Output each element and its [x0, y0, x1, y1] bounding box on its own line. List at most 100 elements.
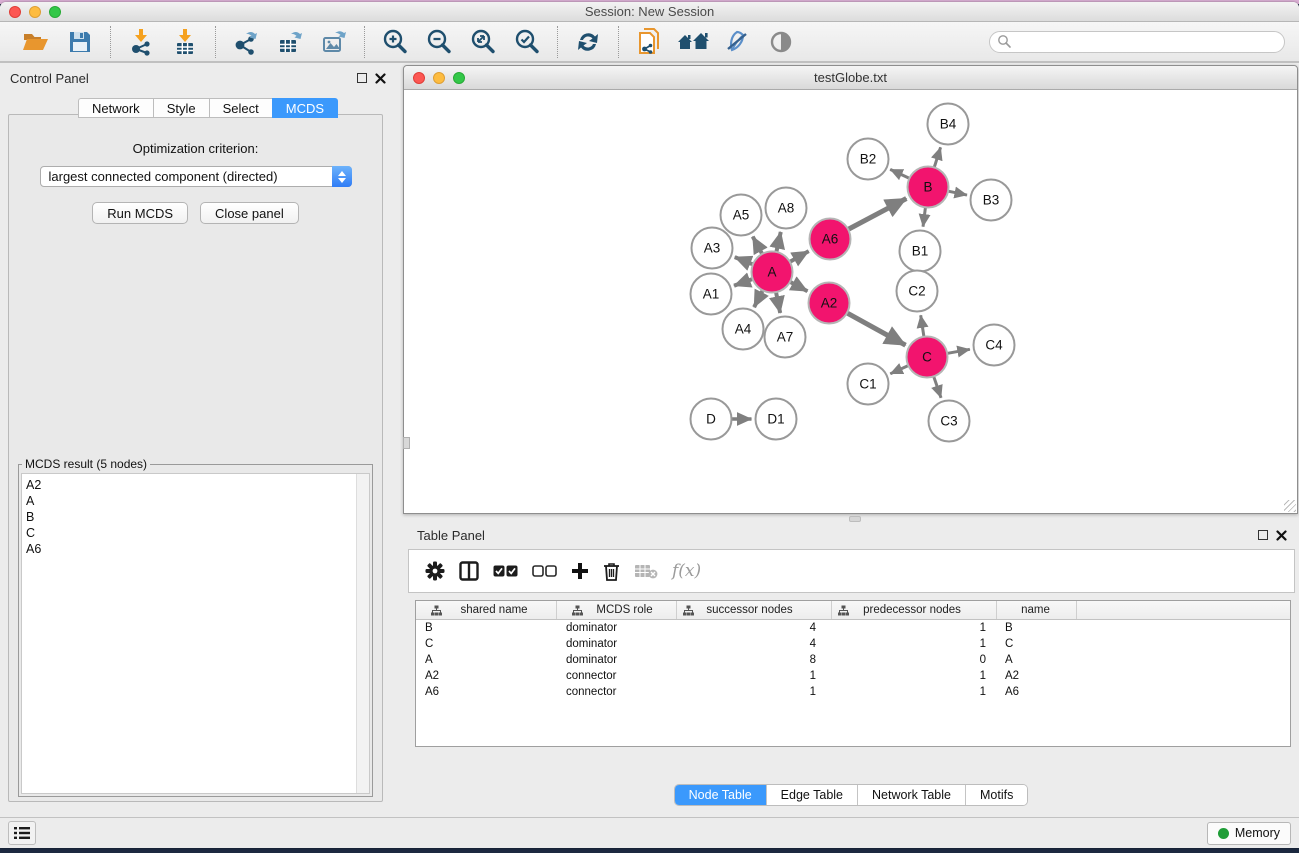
table-cell[interactable]: A6 [997, 686, 1077, 698]
edge-C-C3[interactable] [933, 375, 941, 397]
edge-B-B1[interactable] [923, 206, 926, 226]
table-cell[interactable]: 4 [677, 638, 832, 650]
table-cell[interactable]: dominator [557, 654, 677, 666]
node-C1[interactable]: C1 [848, 364, 889, 405]
node-C4[interactable]: C4 [974, 325, 1015, 366]
edge-A-A1[interactable] [734, 279, 754, 286]
table-cell[interactable]: A2 [997, 670, 1077, 682]
table-cell[interactable]: 1 [677, 670, 832, 682]
tab-network-table[interactable]: Network Table [858, 785, 966, 805]
table-cell[interactable]: dominator [557, 622, 677, 634]
zoom-in-icon[interactable] [377, 26, 413, 58]
zoom-out-icon[interactable] [421, 26, 457, 58]
node-D[interactable]: D [691, 399, 732, 440]
gear-icon[interactable] [425, 561, 445, 581]
node-B2[interactable]: B2 [848, 139, 889, 180]
result-item[interactable]: B [26, 509, 369, 525]
column-header-name[interactable]: name [997, 601, 1077, 619]
home-view-icon[interactable] [675, 26, 711, 58]
result-item[interactable]: C [26, 525, 369, 541]
hide-annotations-icon[interactable] [719, 26, 755, 58]
table-cell[interactable]: A2 [416, 670, 557, 682]
table-cell[interactable]: 4 [677, 622, 832, 634]
table-row[interactable]: Adominator80A [416, 652, 1290, 668]
import-table-icon[interactable] [167, 26, 203, 58]
table-cell[interactable]: connector [557, 686, 677, 698]
node-B1[interactable]: B1 [900, 231, 941, 272]
node-B3[interactable]: B3 [971, 180, 1012, 221]
edge-B-B3[interactable] [947, 191, 967, 195]
deselect-all-icon[interactable] [532, 565, 557, 577]
export-image-icon[interactable] [316, 26, 352, 58]
result-item[interactable]: A [26, 493, 369, 509]
edge-A-A6[interactable] [789, 251, 809, 262]
network-snapshot-icon[interactable] [631, 26, 667, 58]
table-row[interactable]: A2connector11A2 [416, 668, 1290, 684]
node-table[interactable]: shared name MCDS role successor nodes [415, 600, 1291, 747]
network-canvas[interactable]: AA1A2A3A4A5A6A7A8BB1B2B3B4CC1C2C3C4DD1 [405, 91, 1296, 512]
run-mcds-button[interactable]: Run MCDS [92, 202, 188, 224]
node-A[interactable]: A [752, 252, 793, 293]
node-A2[interactable]: A2 [809, 283, 850, 324]
table-cell[interactable]: connector [557, 670, 677, 682]
zoom-selected-icon[interactable] [509, 26, 545, 58]
table-cell[interactable]: 1 [832, 638, 997, 650]
tab-select[interactable]: Select [209, 98, 272, 118]
refresh-layout-icon[interactable] [570, 26, 606, 58]
table-cell[interactable]: B [416, 622, 557, 634]
table-row[interactable]: A6connector11A6 [416, 684, 1290, 700]
edge-B-B2[interactable] [890, 169, 910, 178]
table-row[interactable]: Bdominator41B [416, 620, 1290, 636]
column-header-successor-nodes[interactable]: successor nodes [677, 601, 832, 619]
table-cell[interactable]: A6 [416, 686, 557, 698]
result-scrollbar[interactable] [356, 474, 369, 793]
main-titlebar[interactable]: Session: New Session [0, 2, 1299, 22]
table-cell[interactable]: 1 [832, 686, 997, 698]
edge-A-A5[interactable] [753, 237, 763, 255]
function-builder-icon[interactable]: f(x) [672, 561, 701, 581]
node-D1[interactable]: D1 [756, 399, 797, 440]
table-cell[interactable]: dominator [557, 638, 677, 650]
search-input-box[interactable] [989, 31, 1285, 53]
edge-A6-B[interactable] [847, 198, 906, 229]
search-input[interactable] [1012, 33, 1284, 51]
node-C3[interactable]: C3 [929, 401, 970, 442]
edge-A-A7[interactable] [776, 291, 780, 313]
table-cell[interactable]: 8 [677, 654, 832, 666]
table-cell[interactable]: A [416, 654, 557, 666]
export-table-icon[interactable] [272, 26, 308, 58]
add-column-icon[interactable] [571, 562, 589, 580]
open-folder-icon[interactable] [18, 26, 54, 58]
node-C[interactable]: C [907, 337, 948, 378]
save-icon[interactable] [62, 26, 98, 58]
tab-edge-table[interactable]: Edge Table [767, 785, 858, 805]
import-network-icon[interactable] [123, 26, 159, 58]
edge-A2-C[interactable] [846, 312, 905, 345]
node-A7[interactable]: A7 [765, 317, 806, 358]
optimization-criterion-dropdown[interactable]: largest connected component (directed) [40, 166, 352, 187]
node-A8[interactable]: A8 [766, 188, 807, 229]
table-cell[interactable]: C [997, 638, 1077, 650]
table-cell[interactable]: 0 [832, 654, 997, 666]
tab-mcds[interactable]: MCDS [272, 98, 338, 118]
close-table-panel-icon[interactable] [1276, 530, 1287, 541]
node-A1[interactable]: A1 [691, 274, 732, 315]
export-network-icon[interactable] [228, 26, 264, 58]
delete-column-icon[interactable] [603, 562, 620, 581]
window-edge-grip[interactable] [403, 437, 410, 449]
edge-A-A3[interactable] [735, 257, 754, 265]
column-header-mcds-role[interactable]: MCDS role [557, 601, 677, 619]
table-row[interactable]: Cdominator41C [416, 636, 1290, 652]
birdseye-icon[interactable] [763, 26, 799, 58]
zoom-fit-icon[interactable] [465, 26, 501, 58]
delete-table-icon[interactable] [634, 563, 658, 579]
table-cell[interactable]: 1 [832, 622, 997, 634]
show-columns-icon[interactable] [459, 561, 479, 581]
node-A3[interactable]: A3 [692, 228, 733, 269]
table-cell[interactable]: C [416, 638, 557, 650]
edge-A-A8[interactable] [776, 232, 781, 253]
window-resize-grip[interactable] [1284, 500, 1296, 512]
edge-C-C4[interactable] [946, 349, 970, 353]
edge-C-C2[interactable] [921, 315, 924, 337]
result-item[interactable]: A6 [26, 541, 369, 557]
